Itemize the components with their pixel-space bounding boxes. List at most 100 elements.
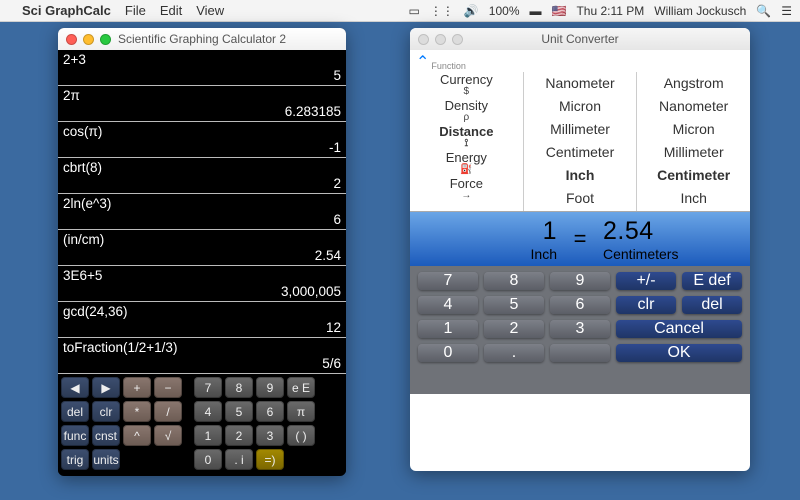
- calc-key-4[interactable]: 4: [194, 401, 222, 422]
- calc-key-3[interactable]: 3: [256, 425, 284, 446]
- calc-key-[interactable]: *: [123, 401, 151, 422]
- input-value: 1: [420, 217, 557, 246]
- category-item[interactable]: Distance⟟: [410, 124, 523, 150]
- conv-key-9[interactable]: 9: [550, 272, 610, 290]
- calc-key-8[interactable]: 8: [225, 377, 253, 398]
- calc-key-ee[interactable]: e E: [287, 377, 315, 398]
- unit-item[interactable]: Inch: [637, 187, 750, 210]
- unit-item[interactable]: Micron: [524, 95, 637, 118]
- calc-key-[interactable]: ◀: [61, 377, 89, 398]
- calc-key-del[interactable]: del: [61, 401, 89, 422]
- calc-key-[interactable]: π: [287, 401, 315, 422]
- picker-from-unit[interactable]: NanometerMicronMillimeterCentimeterInchF…: [523, 72, 637, 211]
- unit-item[interactable]: Micron: [637, 118, 750, 141]
- menubar-right: ▭ ⋮⋮ 🔊 100% ▬ 🇺🇸 Thu 2:11 PM William Joc…: [409, 4, 800, 18]
- conv-key-clr[interactable]: clr: [616, 296, 676, 314]
- conv-key-7[interactable]: 7: [418, 272, 478, 290]
- calc-key-[interactable]: ▶: [92, 377, 120, 398]
- category-item[interactable]: Force→: [410, 176, 523, 202]
- unit-item[interactable]: Centimeter: [524, 141, 637, 164]
- calc-key-[interactable]: ( ): [287, 425, 315, 446]
- unit-item[interactable]: Millimeter: [524, 118, 637, 141]
- calc-history-row[interactable]: cos(π)-1: [58, 122, 346, 158]
- unit-item[interactable]: Angstrom: [637, 72, 750, 95]
- unit-item[interactable]: Millimeter: [637, 141, 750, 164]
- conv-key-edef[interactable]: E def: [682, 272, 742, 290]
- calc-key-[interactable]: ^: [123, 425, 151, 446]
- conv-key-4[interactable]: 4: [418, 296, 478, 314]
- calc-history-row[interactable]: 2+35: [58, 50, 346, 86]
- menu-icon[interactable]: ☰: [781, 4, 792, 18]
- calc-output: 3,000,005: [63, 284, 341, 299]
- conv-key-cancel[interactable]: Cancel: [616, 320, 742, 338]
- picker-category[interactable]: Currency$DensityρDistance⟟Energy⛽Force→: [410, 72, 523, 211]
- calc-key-[interactable]: √: [154, 425, 182, 446]
- category-item[interactable]: Energy⛽: [410, 150, 523, 176]
- calc-key-cnst[interactable]: cnst: [92, 425, 120, 446]
- calc-history-row[interactable]: 2π6.283185: [58, 86, 346, 122]
- unit-item[interactable]: Inch: [524, 164, 637, 187]
- calc-key-6[interactable]: 6: [256, 401, 284, 422]
- calc-history-row[interactable]: (in/cm)2.54: [58, 230, 346, 266]
- calc-keys-func: ◀▶+− delclr*/ funccnst^√ trigunits: [61, 377, 182, 470]
- unit-item[interactable]: Yard: [524, 210, 637, 211]
- picker-to-unit[interactable]: AngstromNanometerMicronMillimeterCentime…: [636, 72, 750, 211]
- calc-history-row[interactable]: toFraction(1/2+1/3)5/6: [58, 338, 346, 374]
- calc-key-[interactable]: +: [123, 377, 151, 398]
- calc-key-9[interactable]: 9: [256, 377, 284, 398]
- calc-key-[interactable]: =): [256, 449, 284, 470]
- conv-key-6[interactable]: 6: [550, 296, 610, 314]
- menu-edit[interactable]: Edit: [160, 3, 182, 18]
- search-icon[interactable]: 🔍: [756, 4, 771, 18]
- unit-item[interactable]: Nanometer: [524, 72, 637, 95]
- calc-key-trig[interactable]: trig: [61, 449, 89, 470]
- conv-key-5[interactable]: 5: [484, 296, 544, 314]
- unit-item[interactable]: Centimeter: [637, 164, 750, 187]
- conv-key-1[interactable]: 1: [418, 320, 478, 338]
- calc-key-0[interactable]: 0: [194, 449, 222, 470]
- calc-key-[interactable]: /: [154, 401, 182, 422]
- calc-keys-num: 789e E 456π 123( ) 0. i=): [194, 377, 315, 470]
- unit-item[interactable]: Foot: [637, 210, 750, 211]
- menu-view[interactable]: View: [196, 3, 224, 18]
- calc-history-row[interactable]: gcd(24,36)12: [58, 302, 346, 338]
- calc-key-i[interactable]: . i: [225, 449, 253, 470]
- calc-input: cos(π): [63, 124, 341, 139]
- conv-key-ok[interactable]: OK: [616, 344, 742, 362]
- conv-key-blank[interactable]: [550, 344, 610, 362]
- calc-input: toFraction(1/2+1/3): [63, 340, 341, 355]
- calc-history-row[interactable]: cbrt(8)2: [58, 158, 346, 194]
- calc-key-func[interactable]: func: [61, 425, 89, 446]
- converter-input-box[interactable]: 1 Inch: [410, 212, 567, 266]
- unit-item[interactable]: Nanometer: [637, 95, 750, 118]
- category-item[interactable]: Currency$: [410, 72, 523, 98]
- conv-key-8[interactable]: 8: [484, 272, 544, 290]
- user-name[interactable]: William Jockusch: [654, 4, 746, 18]
- calc-key-clr[interactable]: clr: [92, 401, 120, 422]
- calc-key-units[interactable]: units: [92, 449, 120, 470]
- calc-titlebar[interactable]: Scientific Graphing Calculator 2: [58, 28, 346, 50]
- back-label: Function: [431, 61, 466, 71]
- calc-history-row[interactable]: 2ln(e^3)6: [58, 194, 346, 230]
- menu-file[interactable]: File: [125, 3, 146, 18]
- conv-key-del[interactable]: del: [682, 296, 742, 314]
- app-name[interactable]: Sci GraphCalc: [22, 3, 111, 18]
- conv-key-3[interactable]: 3: [550, 320, 610, 338]
- calc-key-2[interactable]: 2: [225, 425, 253, 446]
- calc-key-5[interactable]: 5: [225, 401, 253, 422]
- calc-input: 2ln(e^3): [63, 196, 341, 211]
- conv-key-[interactable]: .: [484, 344, 544, 362]
- back-button[interactable]: ⌃: [416, 52, 429, 72]
- converter-window: Unit Converter ⌃ Function Currency$Densi…: [410, 28, 750, 471]
- calc-key-7[interactable]: 7: [194, 377, 222, 398]
- conv-key-0[interactable]: 0: [418, 344, 478, 362]
- converter-titlebar[interactable]: Unit Converter: [410, 28, 750, 50]
- calc-key-[interactable]: −: [154, 377, 182, 398]
- category-item[interactable]: Densityρ: [410, 98, 523, 124]
- calc-history[interactable]: 2+352π6.283185cos(π)-1cbrt(8)22ln(e^3)6(…: [58, 50, 346, 374]
- unit-item[interactable]: Foot: [524, 187, 637, 210]
- calc-history-row[interactable]: 3E6+53,000,005: [58, 266, 346, 302]
- calc-key-1[interactable]: 1: [194, 425, 222, 446]
- conv-key-[interactable]: +/-: [616, 272, 676, 290]
- conv-key-2[interactable]: 2: [484, 320, 544, 338]
